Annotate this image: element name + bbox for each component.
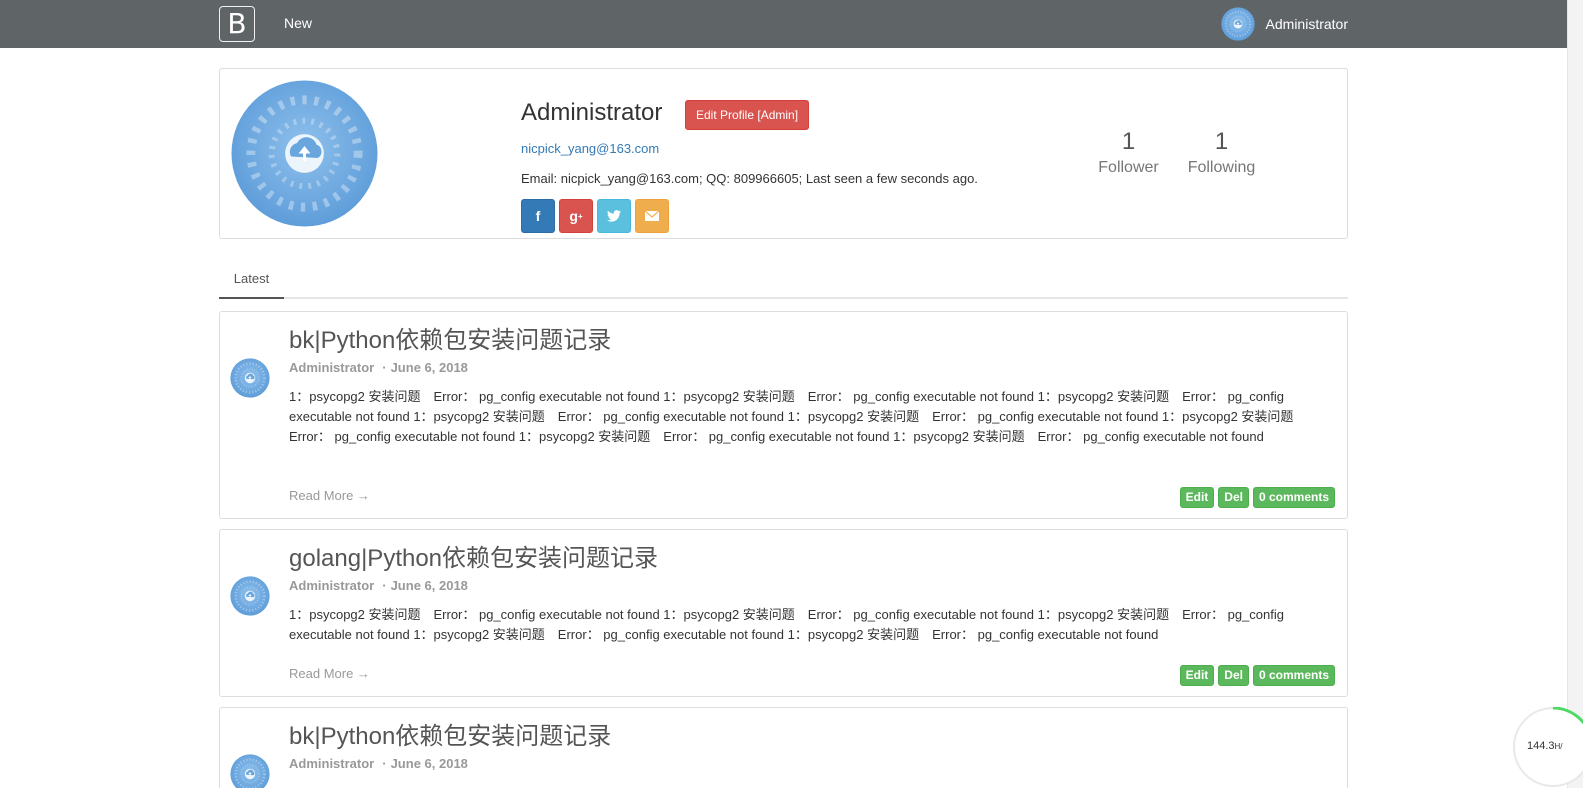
followers-stat[interactable]: 1 Follower <box>1082 129 1175 177</box>
followers-count: 1 <box>1121 128 1136 155</box>
avatar <box>230 576 270 616</box>
envelope-icon[interactable] <box>635 199 669 233</box>
delete-button[interactable]: Del <box>1218 665 1249 686</box>
facebook-icon[interactable]: f <box>521 199 555 233</box>
profile-card: Administrator Edit Profile [Admin] nicpi… <box>219 68 1348 239</box>
post-meta: Administrator · June 6, 2018 <box>289 578 468 593</box>
brand-logo[interactable]: B <box>219 6 255 42</box>
post-card: bk|Python依赖包安装问题记录 Administrator · June 6,… <box>219 707 1348 788</box>
profile-email-link[interactable]: nicpick_yang@163.com <box>521 141 659 156</box>
edit-button[interactable]: Edit <box>1179 665 1215 686</box>
post-date: June 6, 2018 <box>390 578 468 593</box>
post-author[interactable]: Administrator <box>289 756 374 771</box>
nav-user-name: Administrator <box>1265 16 1348 32</box>
profile-name: Administrator <box>521 99 663 126</box>
comments-button[interactable]: 0 comments <box>1252 665 1335 686</box>
edit-profile-button[interactable]: Edit Profile [Admin] <box>685 100 810 130</box>
post-tabs: Latest <box>219 262 1348 299</box>
post-author[interactable]: Administrator <box>289 360 374 375</box>
page-scrollbar[interactable] <box>1567 0 1583 788</box>
speed-value: 144.3 <box>1527 740 1555 752</box>
following-count: 1 <box>1214 128 1229 155</box>
post-title[interactable]: bk|Python依赖包安装问题记录 <box>289 716 611 751</box>
post-title[interactable]: bk|Python依赖包安装问题记录 <box>289 320 611 355</box>
avatar <box>230 754 270 788</box>
follow-stats: 1 Follower 1 Following <box>1082 129 1268 177</box>
post-card: bk|Python依赖包安装问题记录 Administrator · June 6,… <box>219 311 1348 519</box>
post-date: June 6, 2018 <box>390 360 468 375</box>
read-more-link[interactable]: Read More → <box>289 488 370 503</box>
edit-button[interactable]: Edit <box>1179 487 1215 508</box>
tab-latest[interactable]: Latest <box>219 262 284 299</box>
post-actions: Edit Del 0 comments <box>1179 665 1335 686</box>
nav-new-link[interactable]: New <box>284 15 312 31</box>
delete-button[interactable]: Del <box>1218 487 1249 508</box>
following-label: Following <box>1187 159 1256 176</box>
post-meta: Administrator · June 6, 2018 <box>289 360 468 375</box>
network-speed-widget[interactable]: 144.3H/ <box>1513 707 1583 787</box>
post-actions: Edit Del 0 comments <box>1179 487 1335 508</box>
following-stat[interactable]: 1 Following <box>1175 129 1268 177</box>
google-plus-icon[interactable]: g + <box>559 199 593 233</box>
post-excerpt: 1：psycopg2 安装问题 Error： pg_config executa… <box>289 389 1307 444</box>
post-card: golang|Python依赖包安装问题记录 Administrator · Jun… <box>219 529 1348 697</box>
social-buttons: f g + <box>521 199 669 233</box>
post-author[interactable]: Administrator <box>289 578 374 593</box>
profile-avatar <box>230 79 379 228</box>
speed-readout: 144.3H/ <box>1527 740 1563 752</box>
avatar <box>1221 7 1255 41</box>
post-date: June 6, 2018 <box>390 756 468 771</box>
comments-button[interactable]: 0 comments <box>1252 487 1335 508</box>
nav-user-menu[interactable]: Administrator <box>1221 8 1348 40</box>
followers-label: Follower <box>1098 159 1159 176</box>
profile-info: Email: nicpick_yang@163.com; QQ: 8099666… <box>521 171 978 186</box>
post-meta: Administrator · June 6, 2018 <box>289 756 468 771</box>
post-title[interactable]: golang|Python依赖包安装问题记录 <box>289 538 658 573</box>
avatar <box>230 358 270 398</box>
read-more-link[interactable]: Read More → <box>289 666 370 681</box>
twitter-icon[interactable] <box>597 199 631 233</box>
speed-unit: H/ <box>1554 742 1563 751</box>
top-navbar: B New Administrator <box>0 0 1567 48</box>
post-excerpt: 1：psycopg2 安装问题 Error： pg_config executa… <box>289 607 1284 642</box>
